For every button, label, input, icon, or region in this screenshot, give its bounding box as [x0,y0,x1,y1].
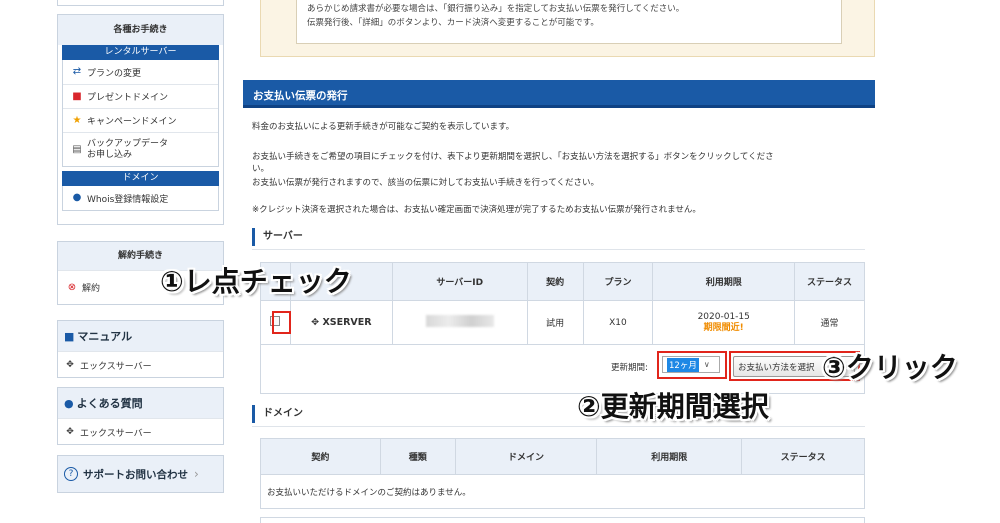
user-icon: ● [72,192,82,203]
server-contract: 試用 [526,300,584,345]
cancel-circle-icon: ⊗ [67,281,77,293]
support-label: サポートお問い合わせ [83,468,188,481]
annotation-step1: ①レ点チェック [160,265,352,298]
sidebar-item-campaign-domain[interactable]: ★ キャンペーンドメイン [63,108,218,132]
table-row: お支払いいただけるドメインのご契約はありません。 [260,474,865,509]
col-expiry: 利用期限 [596,438,743,475]
manual-title: マニュアル [77,330,133,343]
annotation-step2: ②更新期間選択 [577,390,769,423]
intro-paragraph-2a: お支払い手続きをご希望の項目にチェックを付け、表下より更新期間を選択し、「お支払… [252,152,774,162]
swap-arrows-icon: ⇄ [72,66,82,77]
annotation-step3: ③クリック [822,351,958,384]
domain-table: 契約 種類 ドメイン 利用期限 ステータス お支払いいただけるドメインのご契約は… [260,438,865,509]
sidebar-item-label: 解約 [82,284,101,294]
notice-line-2: 伝票発行後、「詳細」のボタンより、カード決済へ変更することが可能です。 [307,18,599,28]
question-circle-icon: ? [64,467,78,481]
domain-heading-divider [252,426,865,427]
highlight-checkbox [272,311,291,334]
faq-title: よくある質問 [76,397,143,410]
support-contact-button[interactable]: ? サポートお問い合わせ › [57,455,224,493]
intro-paragraph-4: ※クレジット決済を選択された場合は、お支払い確定画面で決済処理が完了するためお支… [252,205,701,215]
server-heading: サーバー [252,228,303,246]
sidebar-item-label-2: お申し込み [87,149,133,160]
sidebar-item-label: バックアップデータ [87,138,169,149]
xserver-logo-icon: ✥ [66,427,74,437]
col-status: ステータス [794,262,865,301]
xserver-logo-icon: ✥ [311,317,320,328]
xserver-logo-icon: ✥ [66,360,74,370]
rental-server-header: レンタルサーバー [62,45,219,60]
server-heading-divider [252,249,865,250]
speech-bubble-icon: ● [64,396,74,410]
col-plan: プラン [582,262,654,301]
star-icon: ★ [72,114,82,126]
intro-paragraph-2b: い。 [252,164,270,174]
chevron-right-icon: › [194,467,199,481]
sidebar-item-backup[interactable]: ▤ バックアップデータ お申し込み [63,132,218,166]
renew-period-label: 更新期間: [611,363,648,373]
section-title: お支払い伝票の発行 [243,80,875,108]
col-status: ステータス [741,438,865,475]
faq-title-row[interactable]: ● よくある質問 [58,388,223,418]
notice-line-1: あらかじめ請求書が必要な場合は、「銀行振り込み」を指定してお支払い伝票を発行して… [307,4,685,14]
notice-box: あらかじめ請求書が必要な場合は、「銀行振り込み」を指定してお支払い伝票を発行して… [296,0,842,44]
col-domain: ドメイン [454,438,598,475]
gift-icon: ■ [72,90,82,102]
intro-paragraph-1: 料金のお支払いによる更新手続きが可能なご契約を表示しています。 [252,122,515,132]
manual-title-row[interactable]: ■ マニュアル [58,321,223,351]
domain-heading: ドメイン [252,405,303,423]
server-brand: XSERVER [322,317,372,328]
sidebar-item-plan-change[interactable]: ⇄ プランの変更 [63,60,218,84]
sidebar-item-label: エックスサーバー [80,428,152,439]
col-type: 種類 [379,438,456,475]
domain-empty-message: お支払いいただけるドメインのご契約はありません。 [260,474,865,509]
manual-panel: ■ マニュアル ✥ エックスサーバー [57,320,224,378]
sidebar-item-present-domain[interactable]: ■ プレゼントドメイン [63,84,218,108]
server-status: 通常 [794,300,865,345]
sidebar-item-manual-xserver[interactable]: ✥ エックスサーバー [58,351,223,378]
domain-table-header: 契約 種類 ドメイン 利用期限 ステータス [260,438,865,475]
sidebar-top-fragment [57,0,224,6]
sidebar-item-label: プランの変更 [87,68,142,79]
server-expiry-warning: 期限間近! [703,322,744,333]
col-expiry: 利用期限 [652,262,796,301]
sidebar-item-faq-xserver[interactable]: ✥ エックスサーバー [58,418,223,445]
server-id-blurred [425,315,494,327]
col-contract: 契約 [260,438,381,475]
sidebar-item-whois[interactable]: ● Whois登録情報設定 [63,186,218,210]
book-icon: ■ [64,329,75,343]
table-row: ✥ XSERVER 試用 X10 2020-01-15 期限間近! 通常 [260,300,865,345]
col-server-id: サーバーID [391,262,528,301]
next-panel-fragment [260,517,865,523]
domain-header: ドメイン [62,171,219,186]
col-contract: 契約 [526,262,584,301]
faq-panel: ● よくある質問 ✥ エックスサーバー [57,387,224,445]
highlight-renew-select [657,351,727,379]
intro-paragraph-3: お支払い伝票が発行されますので、該当の伝票に対してお支払い手続きを行ってください… [252,178,599,188]
procedures-panel: 各種お手続き レンタルサーバー ⇄ プランの変更 ■ プレゼントドメイン ★ キ… [57,14,224,225]
backup-drive-icon: ▤ [72,143,82,155]
procedures-title: 各種お手続き [58,15,223,45]
sidebar-item-label: エックスサーバー [80,361,152,372]
sidebar-item-label: Whois登録情報設定 [87,194,169,205]
server-plan: X10 [582,300,654,345]
notice-panel: あらかじめ請求書が必要な場合は、「銀行振り込み」を指定してお支払い伝票を発行して… [260,0,875,57]
server-expiry-date: 2020-01-15 [697,311,750,322]
sidebar-item-label: プレゼントドメイン [87,93,169,103]
sidebar-item-label: キャンペーンドメイン [87,117,177,127]
